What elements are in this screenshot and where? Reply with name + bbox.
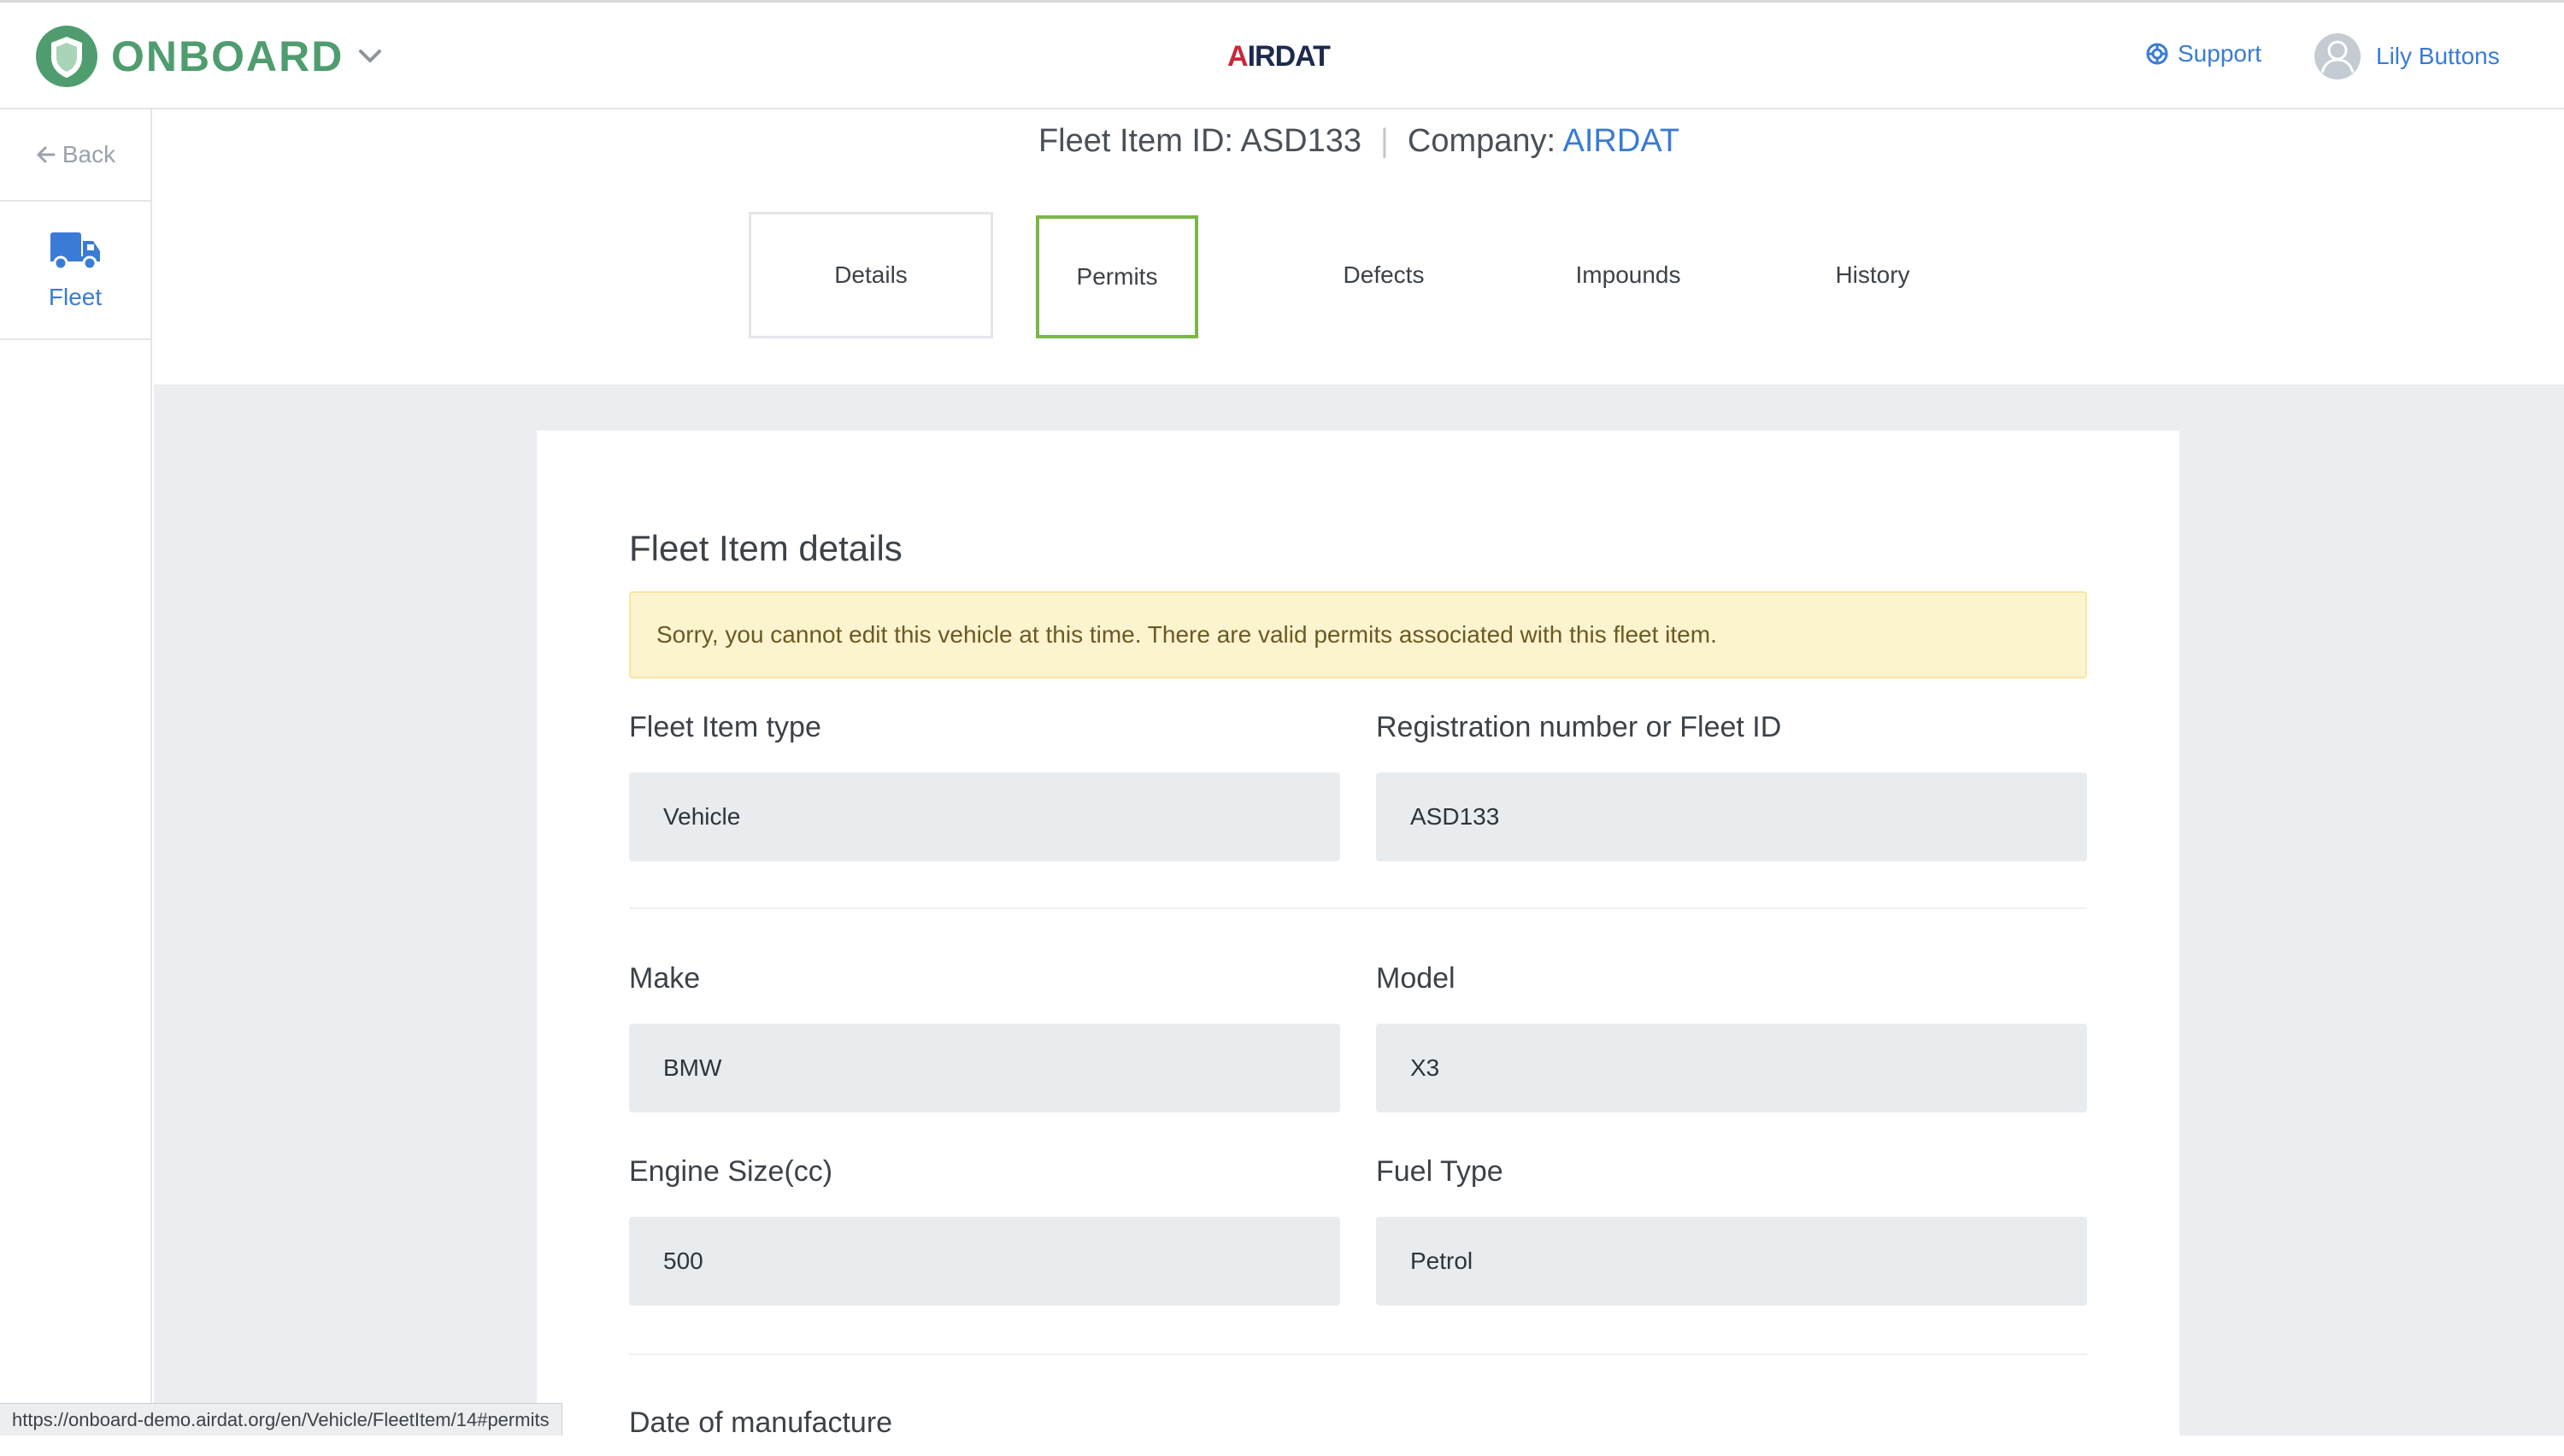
tab-permits[interactable]: Permits [1036,215,1198,338]
top-bar: ONBOARD AIRDAT Support Lily Buttons [0,0,2564,109]
fleet-item-type-label: Fleet Item type [629,711,821,743]
truck-icon [50,232,100,271]
engine-size-label: Engine Size(cc) [629,1155,833,1188]
tab-impounds[interactable]: Impounds [1506,212,1750,338]
fleet-item-details-card: Fleet Item details Sorry, you cannot edi… [537,431,2179,1456]
divider [629,907,2087,909]
alert-text: Sorry, you cannot edit this vehicle at t… [656,621,1717,648]
support-label: Support [2178,40,2262,67]
back-label: Back [62,141,116,167]
user-name: Lily Buttons [2376,43,2500,69]
tab-bar: Details Permits Defects Impounds History [154,210,2564,347]
engine-size-field[interactable]: 500 [629,1217,1340,1306]
user-icon [2320,40,2355,73]
model-label: Model [1376,962,1455,995]
back-button[interactable]: Back [0,109,150,202]
arrow-left-icon [37,146,56,163]
make-label: Make [629,962,701,995]
company-link[interactable]: AIRDAT [1563,123,1680,159]
make-field[interactable]: BMW [629,1024,1340,1113]
fuel-type-field[interactable]: Petrol [1376,1217,2087,1306]
section-title: Fleet Item details [629,528,903,568]
airdat-logo: AIRDAT [1227,40,1331,73]
warning-alert: Sorry, you cannot edit this vehicle at t… [629,591,2087,678]
left-sidebar: Back Fleet [0,109,152,1435]
fleet-item-header: Fleet Item ID: ASD133 | Company: AIRDAT De… [154,111,2564,385]
user-menu[interactable]: Lily Buttons [2314,33,2500,79]
page-title: Fleet Item ID: ASD133 | Company: AIRDAT [154,123,2564,160]
shield-logo-icon [36,26,97,87]
sidebar-item-label: Fleet [48,284,103,310]
chevron-down-icon [359,50,382,62]
lifebuoy-icon [2146,43,2168,65]
fuel-type-label: Fuel Type [1376,1155,1503,1188]
tab-history[interactable]: History [1750,212,1995,338]
brand-menu[interactable]: ONBOARD [36,23,383,90]
divider [629,1353,2087,1355]
registration-field[interactable]: ASD133 [1376,772,2087,861]
company-label: Company: [1407,123,1563,159]
date-of-manufacture-label: Date of manufacture [629,1406,893,1439]
sidebar-item-fleet[interactable]: Fleet [0,202,150,340]
fleet-item-type-field[interactable]: Vehicle [629,772,1340,861]
registration-label: Registration number or Fleet ID [1376,711,1782,743]
fleet-item-id: Fleet Item ID: ASD133 [1038,123,1361,159]
support-link[interactable]: Support [2145,40,2261,68]
avatar [2314,33,2361,79]
status-bar-url: https://onboard-demo.airdat.org/en/Vehic… [0,1403,562,1435]
tab-defects[interactable]: Defects [1261,212,1506,338]
model-field[interactable]: X3 [1376,1024,2087,1113]
brand-name: ONBOARD [111,32,344,80]
title-separator: | [1380,123,1389,159]
tab-details[interactable]: Details [749,212,993,338]
